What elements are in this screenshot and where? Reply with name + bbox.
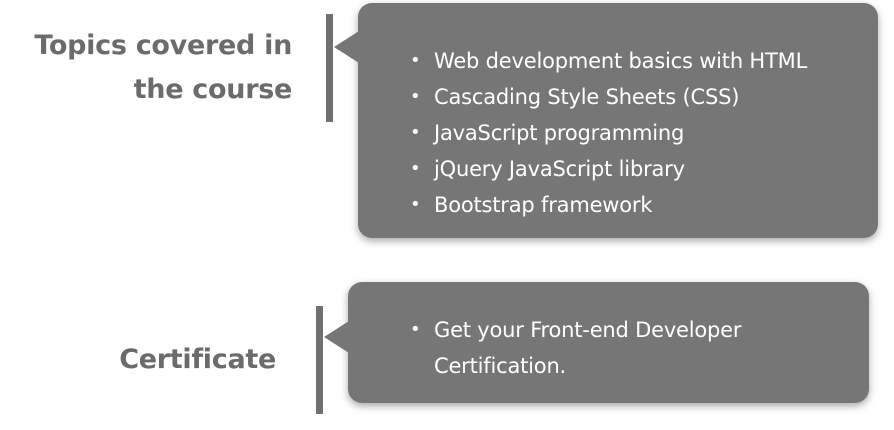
certificate-callout: • Get your Front-end Developer Certificat… [324,282,869,403]
list-item: • Cascading Style Sheets (CSS) [410,79,868,115]
heading-line: Certificate [119,344,276,375]
list-item-text: Cascading Style Sheets (CSS) [434,85,740,109]
bullet-icon: • [410,122,421,143]
bullet-icon: • [410,86,421,107]
divider-bar [316,306,323,414]
list-item-text: Bootstrap framework [434,193,653,217]
section-heading-certificate: Certificate [119,338,276,382]
heading-line: the course [133,74,293,105]
certificate-list: • Get your Front-end Developer Certificat… [410,312,800,384]
section-heading-topics: Topics covered in the course [34,24,292,112]
bullet-icon: • [410,319,421,340]
heading-line: Topics covered in [34,30,292,61]
list-item: • Get your Front-end Developer Certificat… [410,312,800,384]
list-item: • Web development basics with HTML [410,43,868,79]
list-item: • jQuery JavaScript library [410,151,868,187]
list-item-text: JavaScript programming [434,121,685,145]
list-item-text: jQuery JavaScript library [434,157,685,181]
list-item: • JavaScript programming [410,115,868,151]
bullet-icon: • [410,158,421,179]
topics-list: • Web development basics with HTML • Casca… [410,43,868,223]
list-item-text: Web development basics with HTML [434,49,808,73]
divider-bar [326,14,333,122]
topics-callout: • Web development basics with HTML • Casca… [334,3,878,238]
list-item-text: Get your Front-end Developer Certificati… [434,318,742,378]
bullet-icon: • [410,50,421,71]
list-item: • Bootstrap framework [410,187,868,223]
bullet-icon: • [410,194,421,215]
